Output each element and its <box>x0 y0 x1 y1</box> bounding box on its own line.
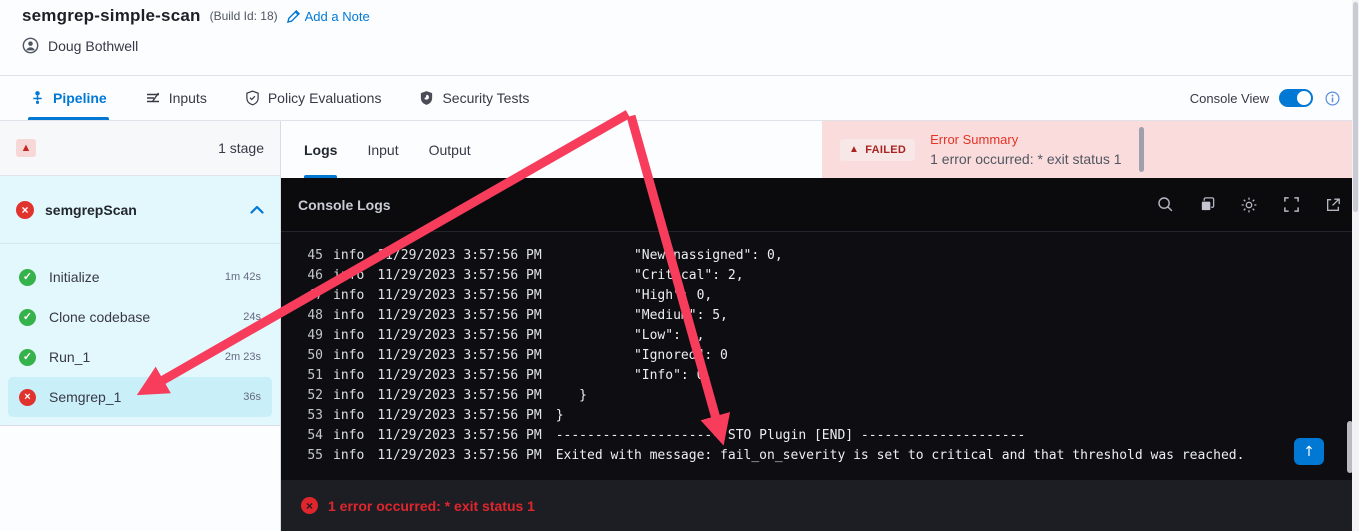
page-title: semgrep-simple-scan <box>22 6 201 25</box>
log-line: 54 info 11/29/2023 3:57:56 PM -------------… <box>307 428 1026 443</box>
pipeline-execution-page: semgrep-simple-scan (Build Id: 18) Add a… <box>0 0 1359 531</box>
search-icon[interactable] <box>1156 196 1174 214</box>
stage-failed-icon: × <box>16 200 34 219</box>
log-line: 48 info 11/29/2023 3:57:56 PM "Medium": 5, <box>307 308 728 323</box>
log-line: 49 info 11/29/2023 3:57:56 PM "Low": 1, <box>307 328 705 343</box>
tab-security-tests[interactable]: Security Tests <box>419 76 529 120</box>
success-check-icon: ✓ <box>19 308 36 326</box>
tab-label: Policy Evaluations <box>267 90 382 106</box>
add-note-label: Add a Note <box>304 8 370 24</box>
log-line: 52 info 11/29/2023 3:57:56 PM } <box>307 388 587 403</box>
console-logs-title: Console Logs <box>298 196 391 213</box>
step-duration: 2m 23s <box>224 351 261 363</box>
build-id-label: (Build Id: 18) <box>209 9 278 23</box>
step-duration: 24s <box>243 311 261 323</box>
stage-accordion-semgrepscan[interactable]: × semgrepScan <box>0 176 280 244</box>
log-line: 51 info 11/29/2023 3:57:56 PM "Info": 0, <box>307 368 713 383</box>
page-scrollbar[interactable] <box>1352 0 1359 531</box>
log-line: 55 info 11/29/2023 3:57:56 PM Exited with m… <box>307 448 1245 463</box>
console-error-footer: × 1 error occurred: * exit status 1 <box>281 480 1359 531</box>
console-view-toggle[interactable] <box>1279 89 1313 107</box>
inputs-icon <box>145 90 161 106</box>
execution-sidebar: ▲ 1 stage × semgrepScan ✓ Initialize 1m … <box>0 121 281 531</box>
tab-label: Pipeline <box>53 90 107 106</box>
step-initialize[interactable]: ✓ Initialize 1m 42s <box>8 257 272 297</box>
tab-input[interactable]: Input <box>367 121 398 178</box>
error-summary-scrollbar[interactable] <box>1139 127 1144 172</box>
tab-logs[interactable]: Logs <box>304 121 338 178</box>
step-duration: 1m 42s <box>224 271 261 283</box>
step-name: Initialize <box>49 269 100 285</box>
tab-output[interactable]: Output <box>429 121 471 178</box>
external-link-icon[interactable] <box>1324 196 1342 214</box>
user-name: Doug Bothwell <box>48 37 139 54</box>
footer-error-message: 1 error occurred: * exit status 1 <box>328 497 535 514</box>
add-note-button[interactable]: Add a Note <box>286 8 370 24</box>
sidebar-empty-area <box>0 425 280 531</box>
failed-status-badge: ▲ FAILED <box>840 138 916 161</box>
pipeline-icon <box>30 90 45 106</box>
step-run-1[interactable]: ✓ Run_1 2m 23s <box>8 337 272 377</box>
stage-failed-warning-icon: ▲ <box>16 139 36 157</box>
info-icon[interactable] <box>1323 89 1341 107</box>
step-clone-codebase[interactable]: ✓ Clone codebase 24s <box>8 297 272 337</box>
shield-icon <box>419 90 434 106</box>
step-name: Semgrep_1 <box>49 389 122 405</box>
shield-check-icon <box>245 90 260 106</box>
pencil-icon <box>286 9 300 23</box>
tab-label: Inputs <box>168 90 207 106</box>
log-line: 53 info 11/29/2023 3:57:56 PM} <box>307 408 564 423</box>
log-line: 50 info 11/29/2023 3:57:56 PM "Ignored": 0 <box>307 348 728 363</box>
step-name: Clone codebase <box>49 309 151 325</box>
copy-icon[interactable] <box>1198 196 1216 214</box>
sidebar-summary-row: ▲ 1 stage <box>0 121 280 176</box>
stage-count: 1 stage <box>218 140 264 156</box>
main-tab-bar: Pipeline Inputs Policy Evaluations Secur… <box>0 75 1359 121</box>
scroll-to-top-button[interactable]: ↑ <box>1294 438 1324 465</box>
console-header: Console Logs <box>281 178 1359 232</box>
tab-inputs[interactable]: Inputs <box>145 76 207 120</box>
settings-gear-icon[interactable] <box>1240 196 1258 214</box>
tab-pipeline[interactable]: Pipeline <box>28 76 109 120</box>
tab-label: Security Tests <box>442 90 530 106</box>
log-tab-bar: Logs Input Output <box>281 121 822 178</box>
chevron-up-icon[interactable] <box>250 205 264 214</box>
success-check-icon: ✓ <box>19 348 36 366</box>
error-summary-panel: ▲ FAILED Error Summary 1 error occurred:… <box>822 121 1359 178</box>
step-name: Run_1 <box>49 349 91 365</box>
page-header: semgrep-simple-scan (Build Id: 18) Add a… <box>0 0 1359 75</box>
failed-badge-label: FAILED <box>865 143 907 156</box>
toggle-knob <box>1297 91 1311 105</box>
step-list: ✓ Initialize 1m 42s ✓ Clone codebase 24s… <box>0 244 280 425</box>
tab-policy-evaluations[interactable]: Policy Evaluations <box>245 76 382 120</box>
page-scrollbar-thumb[interactable] <box>1353 2 1358 212</box>
error-summary-title: Error Summary <box>930 132 1019 147</box>
step-duration: 36s <box>243 391 261 403</box>
error-summary-message: 1 error occurred: * exit status 1 <box>930 151 1122 167</box>
warning-triangle-icon: ▲ <box>849 143 860 155</box>
fullscreen-icon[interactable] <box>1282 196 1300 214</box>
stage-name: semgrepScan <box>45 201 137 218</box>
log-line: 45 info 11/29/2023 3:57:56 PM "NewUnassign… <box>307 248 783 263</box>
step-semgrep-1[interactable]: × Semgrep_1 36s <box>8 377 272 417</box>
user-avatar-icon <box>22 37 39 54</box>
failed-x-icon: × <box>19 388 36 406</box>
console-view-label: Console View <box>1189 90 1269 106</box>
success-check-icon: ✓ <box>19 268 36 286</box>
log-line: 47 info 11/29/2023 3:57:56 PM "High": 0, <box>307 288 713 303</box>
console-logs-panel: Console Logs 45 info 11/29/2023 3:57:56 … <box>281 178 1359 531</box>
error-x-icon: × <box>301 497 318 514</box>
log-line: 46 info 11/29/2023 3:57:56 PM "Critical": … <box>307 268 744 283</box>
step-details-panel: Logs Input Output ▲ FAILED Error Summary… <box>281 121 1359 531</box>
console-log-output: 45 info 11/29/2023 3:57:56 PM "NewUnassign… <box>281 232 1359 480</box>
